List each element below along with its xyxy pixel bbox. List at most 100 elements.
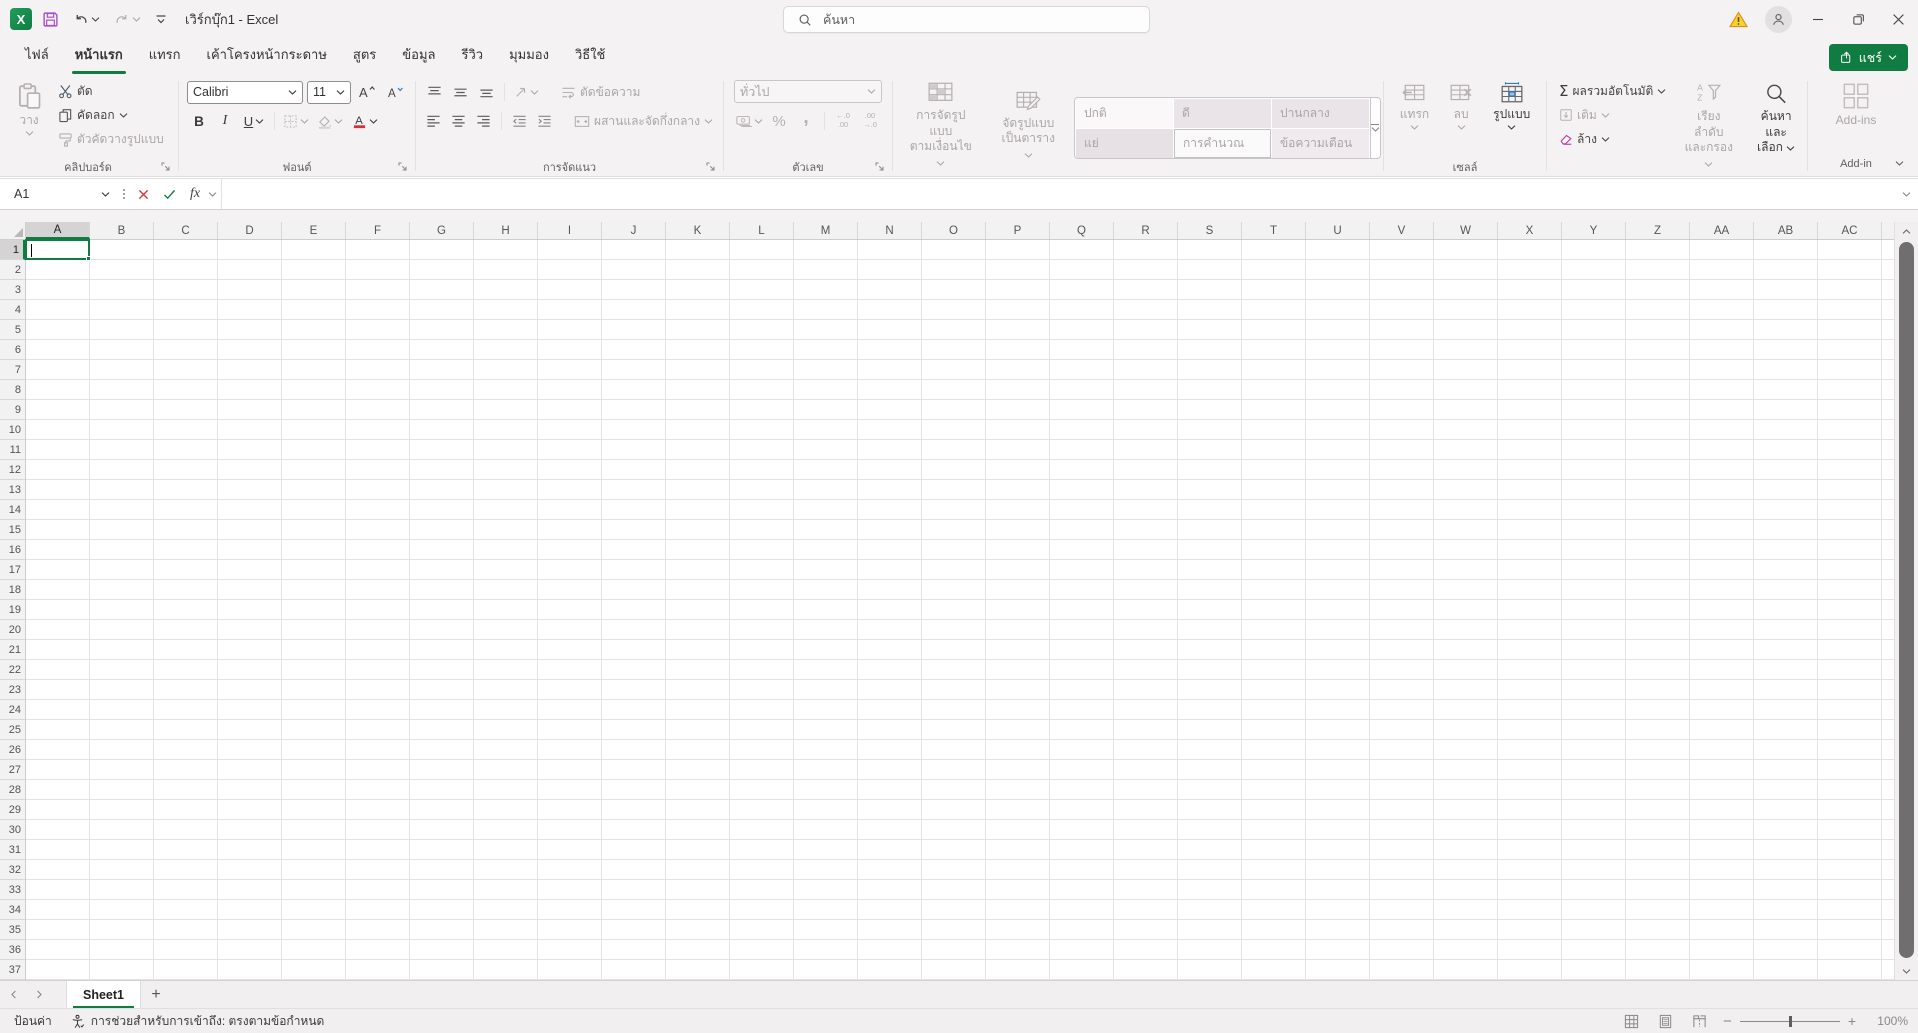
addins-button[interactable]: Add-ins: [1830, 79, 1883, 131]
column-header-V[interactable]: V: [1370, 222, 1434, 239]
row-header-9[interactable]: 9: [0, 400, 25, 420]
insert-function-button[interactable]: fx: [182, 179, 208, 209]
share-button[interactable]: แชร์: [1829, 44, 1908, 71]
row-header-11[interactable]: 11: [0, 440, 25, 460]
format-as-table-button[interactable]: จัดรูปแบบเป็นตาราง: [991, 87, 1066, 166]
row-header-22[interactable]: 22: [0, 660, 25, 680]
row-header-31[interactable]: 31: [0, 840, 25, 860]
comma-style-button[interactable]: ,: [794, 109, 818, 133]
minimize-button[interactable]: [1798, 0, 1838, 38]
percent-style-button[interactable]: %: [767, 109, 791, 133]
bottom-align-button[interactable]: [474, 80, 498, 104]
zoom-slider-handle[interactable]: [1789, 1016, 1792, 1027]
column-header-Z[interactable]: Z: [1626, 222, 1690, 239]
scroll-up-arrow[interactable]: [1895, 222, 1918, 240]
column-header-F[interactable]: F: [346, 222, 410, 239]
page-break-preview-button[interactable]: [1689, 1011, 1709, 1031]
cell-styles-more-button[interactable]: [1370, 98, 1380, 158]
row-header-1[interactable]: 1: [0, 240, 25, 260]
fill-handle[interactable]: [86, 256, 91, 261]
clear-button[interactable]: ล้าง: [1555, 127, 1670, 151]
row-header-27[interactable]: 27: [0, 760, 25, 780]
row-header-24[interactable]: 24: [0, 700, 25, 720]
search-input[interactable]: [821, 12, 1111, 28]
copy-button[interactable]: คัดลอก: [54, 103, 168, 127]
tab-help[interactable]: วิธีใช้: [562, 36, 618, 74]
cell-style-neutral[interactable]: ปานกลาง: [1272, 99, 1369, 128]
column-header-G[interactable]: G: [410, 222, 474, 239]
row-header-28[interactable]: 28: [0, 780, 25, 800]
row-header-4[interactable]: 4: [0, 300, 25, 320]
wrap-text-button[interactable]: ตัดข้อความ: [557, 80, 644, 104]
top-align-button[interactable]: [422, 80, 446, 104]
increase-font-size-button[interactable]: A: [355, 80, 379, 104]
enter-entry-button[interactable]: [156, 179, 182, 209]
column-header-Q[interactable]: Q: [1050, 222, 1114, 239]
tab-formulas[interactable]: สูตร: [340, 36, 389, 74]
column-header-B[interactable]: B: [90, 222, 154, 239]
column-header-R[interactable]: R: [1114, 222, 1178, 239]
align-left-button[interactable]: [422, 109, 445, 133]
redo-button[interactable]: [110, 9, 145, 30]
number-format-select[interactable]: ทั่วไป: [734, 80, 882, 103]
row-header-35[interactable]: 35: [0, 920, 25, 940]
column-header-O[interactable]: O: [922, 222, 986, 239]
zoom-in-button[interactable]: +: [1848, 1013, 1856, 1029]
cell-grid[interactable]: [26, 240, 1894, 980]
tab-view[interactable]: มุมมอง: [496, 36, 562, 74]
accounting-format-button[interactable]: [734, 109, 764, 133]
row-header-10[interactable]: 10: [0, 420, 25, 440]
row-header-3[interactable]: 3: [0, 280, 25, 300]
zoom-slider[interactable]: [1740, 1021, 1840, 1022]
row-header-20[interactable]: 20: [0, 620, 25, 640]
column-header-AC[interactable]: AC: [1818, 222, 1882, 239]
row-header-2[interactable]: 2: [0, 260, 25, 280]
borders-button[interactable]: [280, 109, 312, 133]
row-header-23[interactable]: 23: [0, 680, 25, 700]
row-header-14[interactable]: 14: [0, 500, 25, 520]
column-header-H[interactable]: H: [474, 222, 538, 239]
column-header-E[interactable]: E: [282, 222, 346, 239]
tab-data[interactable]: ข้อมูล: [389, 36, 448, 74]
formula-bar-splitter[interactable]: [118, 179, 130, 209]
normal-view-button[interactable]: [1621, 1011, 1641, 1031]
row-header-25[interactable]: 25: [0, 720, 25, 740]
add-sheet-button[interactable]: +: [141, 981, 171, 1009]
bold-button[interactable]: B: [187, 109, 211, 133]
restore-button[interactable]: [1838, 0, 1878, 38]
vertical-scrollbar[interactable]: [1894, 222, 1918, 980]
alignment-dialog-launcher[interactable]: [706, 162, 716, 172]
vertical-scroll-thumb[interactable]: [1899, 242, 1914, 958]
row-header-26[interactable]: 26: [0, 740, 25, 760]
number-dialog-launcher[interactable]: [875, 162, 885, 172]
column-header-C[interactable]: C: [154, 222, 218, 239]
row-header-33[interactable]: 33: [0, 880, 25, 900]
column-header-M[interactable]: M: [794, 222, 858, 239]
orientation-button[interactable]: [511, 80, 541, 104]
conditional-formatting-button[interactable]: การจัดรูปแบบตามเงื่อนไข: [899, 79, 983, 173]
scroll-down-arrow[interactable]: [1895, 962, 1918, 980]
align-right-button[interactable]: [472, 109, 495, 133]
row-header-6[interactable]: 6: [0, 340, 25, 360]
decrease-decimal-button[interactable]: .00→.0: [858, 109, 882, 133]
cell-style-bad[interactable]: แย่: [1076, 129, 1173, 158]
column-header-D[interactable]: D: [218, 222, 282, 239]
font-name-select[interactable]: Calibri: [187, 81, 303, 104]
row-header-7[interactable]: 7: [0, 360, 25, 380]
italic-button[interactable]: I: [213, 109, 237, 133]
column-header-A[interactable]: A: [26, 222, 90, 239]
column-header-N[interactable]: N: [858, 222, 922, 239]
row-header-16[interactable]: 16: [0, 540, 25, 560]
font-color-button[interactable]: A: [348, 109, 382, 133]
name-box-input[interactable]: [12, 186, 82, 202]
cell-mode-indicator[interactable]: ป้อนค่า: [14, 1012, 52, 1031]
cell-style-good[interactable]: ดี: [1174, 99, 1271, 128]
merge-center-button[interactable]: ผสานและจัดกึ่งกลาง: [570, 109, 717, 133]
column-header-K[interactable]: K: [666, 222, 730, 239]
format-painter-button[interactable]: ตัวคัดวางรูปแบบ: [54, 127, 168, 151]
font-dialog-launcher[interactable]: [398, 162, 408, 172]
select-all-button[interactable]: [0, 222, 26, 240]
insert-cells-button[interactable]: แทรก: [1394, 79, 1435, 133]
decrease-indent-button[interactable]: [508, 109, 531, 133]
collapse-ribbon-icon[interactable]: [1895, 161, 1904, 166]
